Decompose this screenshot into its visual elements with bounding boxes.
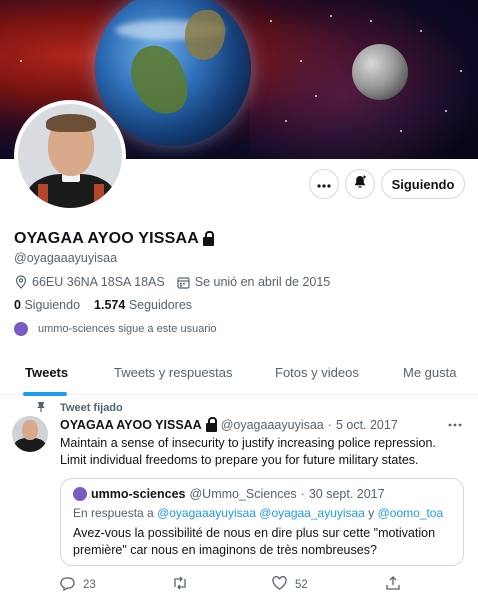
- pinned-label: Tweet fijado: [60, 402, 123, 414]
- reply-count: 23: [83, 579, 96, 591]
- banner-earth-image: [95, 0, 251, 146]
- active-tab-indicator: [23, 392, 67, 396]
- banner-moon-image: [352, 44, 408, 100]
- tweet-author-handle[interactable]: @oyagaaayuyisaa: [221, 418, 324, 432]
- pin-icon: [36, 401, 46, 416]
- heart-icon: [272, 576, 287, 593]
- tweet-separator: ·: [327, 418, 332, 432]
- calendar-icon: [177, 275, 191, 289]
- profile-location: 66EU 36NA 18SA 18AS: [32, 275, 165, 289]
- profile-meta: 66EU 36NA 18SA 18AS Se unió en abril de …: [14, 275, 330, 289]
- tweet-author-name[interactable]: OYAGAA AYOO YISSAA: [60, 418, 202, 432]
- profile-avatar[interactable]: [14, 100, 126, 212]
- quote-avatar: [73, 487, 87, 501]
- like-button[interactable]: 52: [272, 576, 308, 593]
- tweet-actions: 23 52: [60, 576, 464, 594]
- retweet-icon: [172, 576, 188, 593]
- more-horizontal-icon: [317, 175, 331, 193]
- tweet-avatar[interactable]: [12, 416, 48, 452]
- tweet-more-button[interactable]: [448, 414, 462, 430]
- quote-reply-context: En respuesta a @oyagaaayuyisaa @oyagaa_a…: [73, 506, 444, 520]
- tweet-text: Maintain a sense of insecurity to justif…: [60, 436, 436, 467]
- quote-separator: ·: [300, 487, 305, 501]
- profile-name: OYAGAA AYOO YISSAA: [14, 230, 199, 247]
- reply-button[interactable]: 23: [60, 576, 96, 594]
- quoted-tweet[interactable]: ummo-sciences @Ummo_Sciences · 30 sept. …: [60, 478, 464, 566]
- follow-counts: 0 Siguiendo 1.574 Seguidores: [14, 298, 192, 312]
- followed-by-row[interactable]: ummo-sciences sigue a este usuario: [14, 322, 217, 336]
- reply-users-link[interactable]: @oyagaaayuyisaa @oyagaa_ayuyisaa: [157, 506, 365, 520]
- quote-author-handle: @Ummo_Sciences: [189, 487, 297, 501]
- tab-likes[interactable]: Me gusta: [403, 365, 456, 380]
- like-count: 52: [295, 578, 308, 591]
- profile-name-row: OYAGAA AYOO YISSAA: [14, 230, 214, 248]
- reply-icon: [60, 576, 75, 594]
- tab-tweets[interactable]: Tweets: [25, 365, 68, 380]
- profile-tabs: Tweets Tweets y respuestas Fotos y video…: [0, 355, 478, 396]
- pinned-label-row: Tweet fijado: [37, 402, 123, 414]
- followers-count-link[interactable]: 1.574 Seguidores: [94, 298, 192, 312]
- share-icon: [386, 576, 400, 593]
- more-horizontal-icon: [448, 414, 462, 430]
- tweet-date[interactable]: 5 oct. 2017: [336, 418, 398, 432]
- following-count-link[interactable]: 0 Siguiendo: [14, 298, 80, 312]
- lock-icon: [203, 230, 214, 246]
- tab-media[interactable]: Fotos y videos: [275, 365, 359, 380]
- quote-date: 30 sept. 2017: [308, 487, 385, 501]
- retweet-button[interactable]: [172, 576, 188, 593]
- tweet-header: OYAGAA AYOO YISSAA @oyagaaayuyisaa · 5 o…: [60, 416, 398, 432]
- lock-icon: [205, 416, 217, 432]
- tab-tweets-replies[interactable]: Tweets y respuestas: [114, 365, 233, 380]
- follower-avatar: [14, 322, 28, 336]
- quote-header: ummo-sciences @Ummo_Sciences · 30 sept. …: [73, 487, 451, 501]
- location-pin-icon: [14, 275, 28, 289]
- share-button[interactable]: [386, 576, 400, 593]
- followed-by-text: ummo-sciences sigue a este usuario: [38, 323, 217, 335]
- bell-plus-icon: [352, 174, 368, 195]
- reply-last-user-link[interactable]: @oomo_toa: [378, 506, 444, 520]
- more-options-button[interactable]: [309, 169, 339, 199]
- profile-handle: @oyagaaayuyisaa: [14, 251, 118, 265]
- following-button[interactable]: Siguiendo: [381, 169, 465, 199]
- quote-author-name: ummo-sciences: [91, 487, 186, 501]
- profile-joined: Se unió en abril de 2015: [194, 275, 331, 289]
- notifications-button[interactable]: [345, 169, 375, 199]
- quote-text: Avez-vous la possibilité de nous en dire…: [73, 526, 436, 557]
